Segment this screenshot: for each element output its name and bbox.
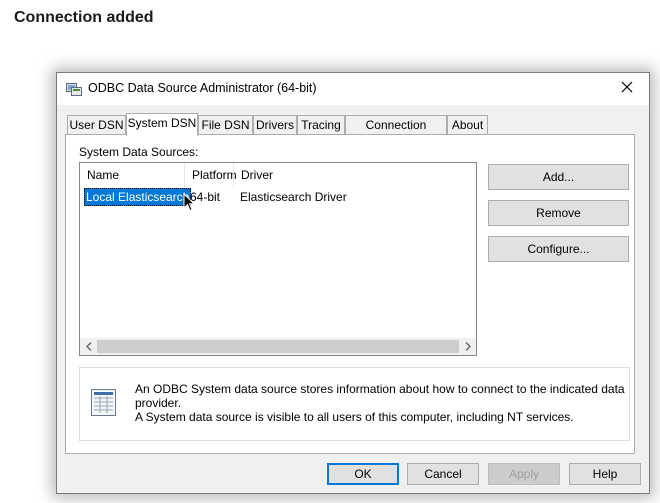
remove-button[interactable]: Remove	[488, 200, 629, 226]
page-title: Connection added	[14, 9, 154, 26]
tab-drivers[interactable]: Drivers	[253, 115, 297, 134]
tab-file-dsn[interactable]: File DSN	[198, 115, 253, 134]
cancel-button[interactable]: Cancel	[407, 463, 479, 485]
close-button[interactable]	[605, 73, 649, 105]
tab-tracing[interactable]: Tracing	[297, 115, 345, 134]
data-sources-list[interactable]: Name Platform Driver Local Elasticsearch…	[79, 162, 477, 356]
scrollbar-thumb[interactable]	[97, 340, 459, 353]
column-header-name[interactable]: Name	[80, 163, 184, 187]
row-driver: Elasticsearch Driver	[240, 190, 347, 204]
row-name: Local Elasticsearch	[84, 188, 192, 206]
column-header-driver[interactable]: Driver	[233, 163, 476, 187]
scroll-right-icon[interactable]	[459, 338, 476, 355]
data-source-icon	[89, 386, 121, 418]
system-dsn-panel: System Data Sources: Name Platform Drive…	[65, 134, 635, 454]
mouse-cursor-icon	[183, 192, 196, 212]
close-icon	[621, 80, 633, 98]
tab-about[interactable]: About	[447, 115, 488, 134]
system-data-sources-label: System Data Sources:	[79, 145, 199, 159]
odbc-admin-icon	[66, 82, 82, 96]
info-description: An ODBC System data source stores inform…	[135, 382, 629, 424]
odbc-dialog: ODBC Data Source Administrator (64-bit) …	[56, 72, 650, 494]
info-box: An ODBC System data source stores inform…	[79, 367, 630, 441]
table-row[interactable]: Local Elasticsearch 64-bit Elasticsearch…	[80, 188, 476, 206]
column-header-platform[interactable]: Platform	[184, 163, 237, 187]
configure-button[interactable]: Configure...	[488, 236, 629, 262]
apply-button[interactable]: Apply	[488, 463, 560, 485]
tab-user-dsn[interactable]: User DSN	[67, 115, 126, 134]
add-button[interactable]: Add...	[488, 164, 629, 190]
title-bar: ODBC Data Source Administrator (64-bit)	[57, 73, 649, 105]
horizontal-scrollbar[interactable]	[80, 338, 476, 355]
help-button[interactable]: Help	[569, 463, 641, 485]
window-title: ODBC Data Source Administrator (64-bit)	[88, 81, 317, 95]
tab-connection-pooling[interactable]: Connection Pooling	[345, 115, 447, 150]
list-header: Name Platform Driver	[80, 163, 476, 187]
ok-button[interactable]: OK	[327, 463, 399, 485]
info-line-2: A System data source is visible to all u…	[135, 410, 574, 424]
scroll-left-icon[interactable]	[80, 338, 97, 355]
info-line-1: An ODBC System data source stores inform…	[135, 382, 625, 410]
tab-system-dsn[interactable]: System DSN	[126, 113, 198, 136]
